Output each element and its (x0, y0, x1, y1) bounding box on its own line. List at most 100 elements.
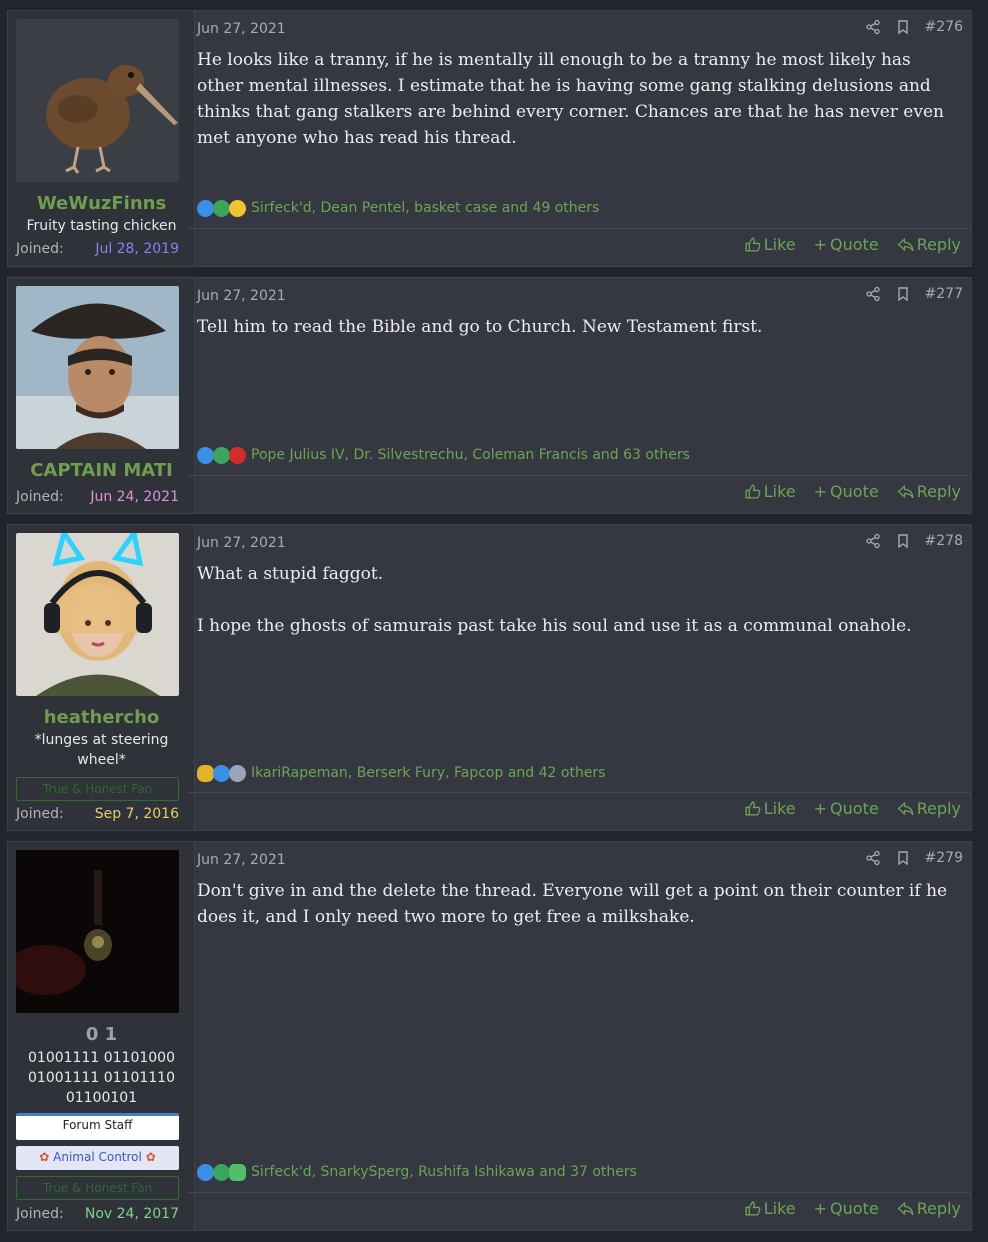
user-title: 01001111 01101000 01001111 01101110 0110… (28, 1050, 175, 1106)
avatar[interactable] (16, 19, 179, 182)
post-number[interactable]: #277 (925, 286, 963, 302)
animal-control-label: Animal Control (53, 1150, 142, 1164)
reply-button[interactable]: Reply (897, 799, 961, 818)
plus-icon: + (813, 482, 828, 501)
user-banner: True & Honest Fan (16, 777, 179, 801)
heart-reaction-icon (229, 446, 246, 464)
reply-icon (897, 1201, 914, 1216)
quote-button[interactable]: + Quote (814, 235, 879, 254)
reaction-list[interactable]: Sirfeck'd, SnarkySperg, Rushifa Ishikawa… (251, 1164, 637, 1180)
like-button[interactable]: Like (744, 1199, 796, 1218)
reply-label: Reply (916, 235, 961, 254)
agree-reaction-icon (213, 199, 230, 217)
share-icon[interactable] (865, 850, 881, 866)
thumbs-up-icon (745, 484, 761, 499)
post-paragraph: Don't give in and the delete the thread.… (197, 881, 948, 927)
quote-label: Quote (830, 235, 879, 254)
quote-label: Quote (830, 799, 879, 818)
divider (188, 475, 971, 476)
plus-icon: + (813, 235, 828, 254)
reactions-bar[interactable]: Sirfeck'd, Dean Pentel, basket case and … (197, 198, 599, 218)
avatar[interactable] (16, 850, 179, 1013)
post-number[interactable]: #278 (925, 533, 963, 549)
share-icon[interactable] (865, 19, 881, 35)
share-icon[interactable] (865, 286, 881, 302)
post-number[interactable]: #276 (925, 19, 963, 35)
like-reaction-icon (197, 1163, 214, 1181)
quote-button[interactable]: + Quote (814, 482, 879, 501)
post-date[interactable]: Jun 27, 2021 (197, 21, 286, 37)
quote-button[interactable]: + Quote (814, 1199, 879, 1218)
thumbs-up-icon (745, 801, 761, 816)
post-tools: #278 (865, 533, 963, 549)
post-paragraph: I hope the ghosts of samurais past take … (197, 616, 912, 636)
reaction-list[interactable]: IkariRapeman, Berserk Fury, Fapcop and 4… (251, 765, 605, 781)
joined-date: Nov 24, 2017 (84, 1206, 179, 1222)
bookmark-icon[interactable] (895, 19, 911, 35)
post-278: heathercho *lunges at steering wheel* Tr… (7, 524, 972, 831)
user-panel: 0 1 01001111 01101000 01001111 01101110 … (8, 842, 195, 1230)
avatar[interactable] (16, 286, 179, 449)
reply-button[interactable]: Reply (897, 235, 961, 254)
bookmark-icon[interactable] (895, 286, 911, 302)
post-date[interactable]: Jun 27, 2021 (197, 535, 286, 551)
thinking-reaction-icon (229, 199, 246, 217)
post-actions: Like + Quote Reply (744, 482, 961, 501)
reply-icon (897, 801, 914, 816)
post-date[interactable]: Jun 27, 2021 (197, 852, 286, 868)
post-body: Don't give in and the delete the thread.… (197, 878, 961, 956)
reply-button[interactable]: Reply (897, 1199, 961, 1218)
username[interactable]: WeWuzFinns (8, 193, 195, 214)
reactions-bar[interactable]: Pope Julius IV, Dr. Silvestrechu, Colema… (197, 445, 690, 465)
user-title: *lunges at steering wheel* (34, 732, 169, 768)
like-label: Like (763, 1199, 796, 1218)
quote-button[interactable]: + Quote (814, 799, 879, 818)
username[interactable]: 0 1 (8, 1024, 195, 1045)
post-tools: #277 (865, 286, 963, 302)
user-title: Fruity tasting chicken (26, 218, 177, 234)
reaction-list[interactable]: Sirfeck'd, Dean Pentel, basket case and … (251, 200, 599, 216)
post-actions: Like + Quote Reply (744, 799, 961, 818)
agree-reaction-icon (213, 446, 230, 464)
avatar[interactable] (16, 533, 179, 696)
bookmark-icon[interactable] (895, 850, 911, 866)
reply-icon (897, 484, 914, 499)
joined-label: Joined: (16, 241, 64, 257)
post-paragraph: What a stupid faggot. (197, 564, 384, 584)
post-date[interactable]: Jun 27, 2021 (197, 288, 286, 304)
like-label: Like (763, 482, 796, 501)
reaction-list[interactable]: Pope Julius IV, Dr. Silvestrechu, Colema… (251, 447, 690, 463)
username[interactable]: heathercho (8, 707, 195, 728)
share-icon[interactable] (865, 533, 881, 549)
like-button[interactable]: Like (744, 799, 796, 818)
forum-staff-banner: Forum Staff (16, 1113, 179, 1140)
user-panel: CAPTAIN MATI Joined: Jun 24, 2021 (8, 278, 195, 513)
post-paragraph: Tell him to read the Bible and go to Chu… (197, 317, 763, 337)
post-276: WeWuzFinns Fruity tasting chicken Joined… (7, 10, 972, 267)
post-tools: #279 (865, 850, 963, 866)
joined-date: Jun 24, 2021 (90, 489, 179, 505)
post-tools: #276 (865, 19, 963, 35)
post-279: 0 1 01001111 01101000 01001111 01101110 … (7, 841, 972, 1231)
cocktail-reaction-icon (229, 1163, 246, 1181)
divider (188, 228, 971, 229)
post-number[interactable]: #279 (925, 850, 963, 866)
reply-button[interactable]: Reply (897, 482, 961, 501)
agree-reaction-icon (213, 1163, 230, 1181)
like-button[interactable]: Like (744, 482, 796, 501)
post-paragraph: He looks like a tranny, if he is mentall… (197, 50, 944, 148)
joined-date: Jul 28, 2019 (95, 241, 179, 257)
thumbs-up-icon (745, 237, 761, 252)
like-label: Like (763, 235, 796, 254)
post-body: What a stupid faggot. I hope the ghosts … (197, 561, 961, 665)
username[interactable]: CAPTAIN MATI (8, 460, 195, 481)
like-reaction-icon (197, 199, 214, 217)
crab-icon: ✿ (145, 1150, 156, 1164)
post-body: He looks like a tranny, if he is mentall… (197, 47, 961, 177)
like-button[interactable]: Like (744, 235, 796, 254)
joined-label: Joined: (16, 1206, 64, 1222)
joined-label: Joined: (16, 489, 64, 505)
bookmark-icon[interactable] (895, 533, 911, 549)
reactions-bar[interactable]: IkariRapeman, Berserk Fury, Fapcop and 4… (197, 763, 605, 783)
reactions-bar[interactable]: Sirfeck'd, SnarkySperg, Rushifa Ishikawa… (197, 1162, 637, 1182)
